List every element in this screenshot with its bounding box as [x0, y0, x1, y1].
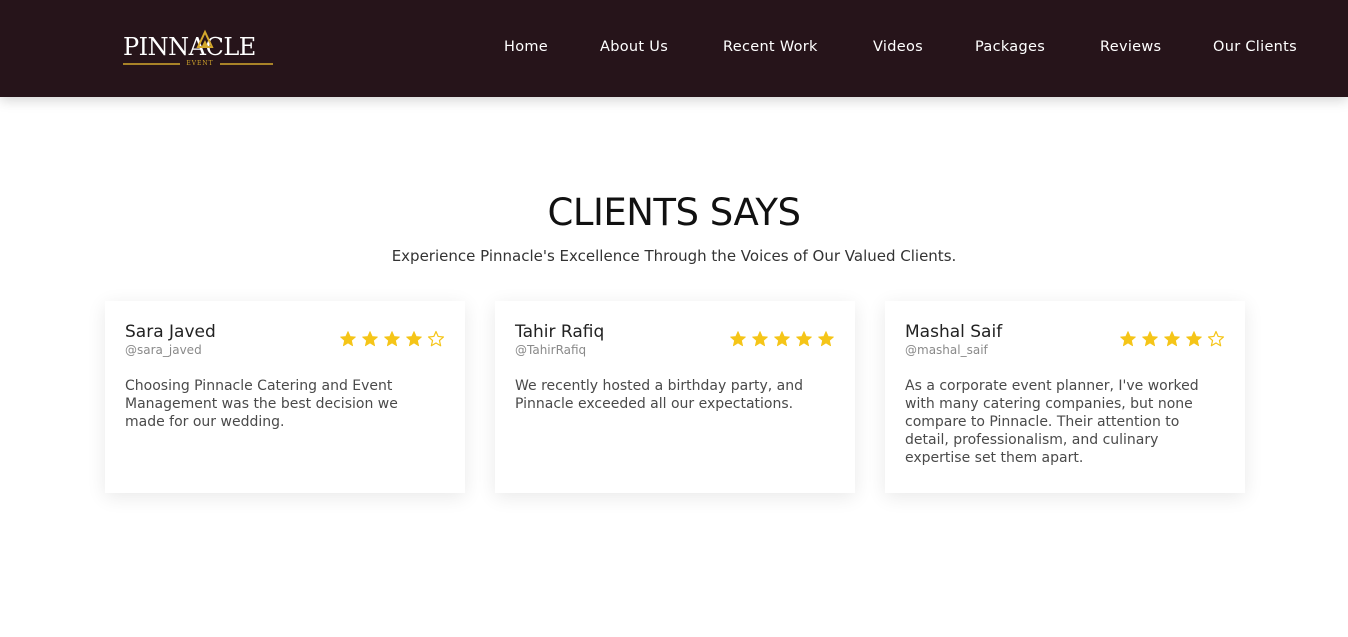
star-rating: [729, 330, 835, 350]
nav-item-reviews[interactable]: Reviews: [1100, 37, 1161, 57]
star-outline-icon: [1207, 330, 1225, 347]
reviewer-handle: @TahirRafiq: [515, 343, 587, 357]
nav-item-videos[interactable]: Videos: [873, 37, 923, 57]
reviewer-name: Mashal Saif: [905, 322, 1003, 342]
review-text: Choosing Pinnacle Catering and Event Man…: [125, 378, 398, 430]
review-card: Sara Javed @sara_javed Choosing Pinnacle…: [105, 301, 465, 493]
star-filled-icon: [340, 331, 356, 347]
star-filled-icon: [1186, 331, 1202, 347]
nav-item-about-us[interactable]: About Us: [600, 37, 668, 57]
star-filled-icon: [730, 331, 746, 347]
star-outline-icon: [427, 330, 445, 347]
star-filled-icon: [406, 331, 422, 347]
star-filled-icon: [384, 331, 400, 347]
nav-item-packages[interactable]: Packages: [975, 37, 1045, 57]
nav-item-our-clients[interactable]: Our Clients: [1213, 37, 1297, 57]
reviewer-handle: @sara_javed: [125, 343, 202, 357]
star-filled-icon: [818, 331, 834, 347]
main-nav: Home About Us Recent Work Videos Package…: [0, 37, 1348, 59]
reviewer-name: Sara Javed: [125, 322, 216, 342]
star-filled-icon: [1164, 331, 1180, 347]
review-text: We recently hosted a birthday party, and…: [515, 378, 803, 412]
review-card: Mashal Saif @mashal_saif As a corporate …: [885, 301, 1245, 493]
review-text: As a corporate event planner, I've worke…: [905, 378, 1199, 466]
star-rating: [1119, 330, 1225, 350]
star-filled-icon: [1120, 331, 1136, 347]
star-filled-icon: [1142, 331, 1158, 347]
reviewer-name: Tahir Rafiq: [515, 322, 605, 342]
nav-item-home[interactable]: Home: [504, 37, 548, 57]
star-filled-icon: [796, 331, 812, 347]
star-filled-icon: [774, 331, 790, 347]
star-rating: [339, 330, 445, 350]
star-filled-icon: [752, 331, 768, 347]
site-header: PINNACLE EVENT Home About Us Recent Work…: [0, 0, 1348, 97]
star-filled-icon: [362, 331, 378, 347]
section-subtitle: Experience Pinnacle's Excellence Through…: [391, 247, 957, 265]
nav-item-recent-work[interactable]: Recent Work: [723, 37, 818, 57]
svg-text:EVENT: EVENT: [186, 60, 213, 67]
section-title: CLIENTS SAYS: [547, 191, 801, 234]
review-card: Tahir Rafiq @TahirRafiq We recently host…: [495, 301, 855, 493]
reviewer-handle: @mashal_saif: [905, 343, 988, 357]
